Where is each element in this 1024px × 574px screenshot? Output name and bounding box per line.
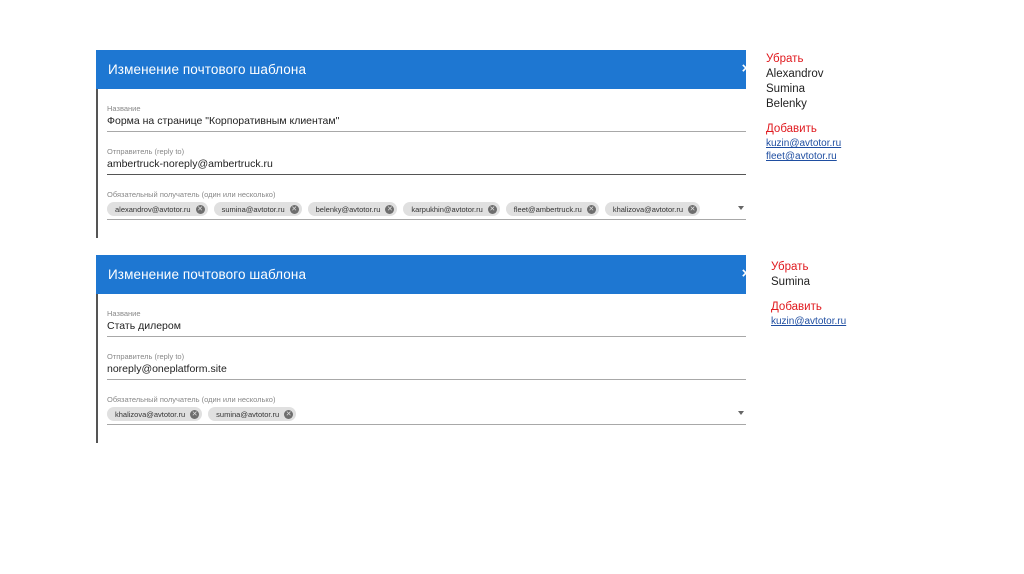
close-icon[interactable]: × [736,264,756,284]
email-template-dialog-2: Изменение почтового шаблона × Название С… [96,255,750,443]
field-underline [107,379,746,380]
name-field-label: Название [107,104,141,113]
dialog-title: Изменение почтового шаблона [108,62,307,77]
recipients-field[interactable]: Обязательный получатель (один или нескол… [107,190,746,220]
add-email-link[interactable]: kuzin@avtotor.ru [771,315,846,328]
chip-remove-icon[interactable]: ✕ [195,204,205,214]
field-underline [107,219,746,220]
sender-field-label: Отправитель (reply to) [107,147,185,156]
dialog-header: Изменение почтового шаблона × [96,50,750,89]
recipients-field[interactable]: Обязательный получатель (один или нескол… [107,395,746,425]
field-underline [107,131,746,132]
recipient-chip[interactable]: fleet@ambertruck.ru ✕ [505,202,599,216]
add-email-link[interactable]: kuzin@avtotor.ru [766,137,841,150]
recipient-chip[interactable]: khalizova@avtotor.ru ✕ [107,407,203,421]
remove-item: Sumina [771,276,810,288]
sender-field[interactable]: Отправитель (reply to) noreply@oneplatfo… [107,352,746,380]
remove-heading: Убрать [771,261,809,273]
field-underline [107,336,746,337]
sender-field-label: Отправитель (reply to) [107,352,185,361]
change-note-2: Убрать Sumina Добавить kuzin@avtotor.ru [771,260,846,328]
name-field-value[interactable]: Форма на странице "Корпоративным клиента… [107,114,746,128]
sender-field-value[interactable]: noreply@oneplatform.site [107,362,746,376]
dialog-title: Изменение почтового шаблона [108,267,307,282]
name-field-value[interactable]: Стать дилером [107,319,746,333]
recipients-chip-list: alexandrov@avtotor.ru ✕ sumina@avtotor.ru… [107,202,746,216]
chip-remove-icon[interactable]: ✕ [385,204,395,214]
chip-remove-icon[interactable]: ✕ [487,204,497,214]
recipient-chip[interactable]: sumina@avtotor.ru ✕ [213,202,302,216]
name-field-label: Название [107,309,141,318]
recipients-chip-list: khalizova@avtotor.ru ✕ sumina@avtotor.ru ✕ [107,407,746,421]
chevron-down-icon[interactable] [738,411,744,415]
close-icon[interactable]: × [736,59,756,79]
name-field[interactable]: Название Форма на странице "Корпоративны… [107,104,746,132]
recipients-field-label: Обязательный получатель (один или нескол… [107,190,276,199]
name-field[interactable]: Название Стать дилером [107,309,746,337]
chip-remove-icon[interactable]: ✕ [190,409,200,419]
field-underline [107,424,746,425]
recipient-chip[interactable]: sumina@avtotor.ru ✕ [208,407,297,421]
email-template-dialog-1: Изменение почтового шаблона × Название Ф… [96,50,750,238]
chip-remove-icon[interactable]: ✕ [586,204,596,214]
sender-field-value[interactable]: ambertruck-noreply@ambertruck.ru [107,157,746,171]
chip-remove-icon[interactable]: ✕ [289,204,299,214]
chip-remove-icon[interactable]: ✕ [688,204,697,214]
remove-heading: Убрать [766,53,804,65]
recipients-field-label: Обязательный получатель (один или нескол… [107,395,276,404]
sender-field[interactable]: Отправитель (reply to) ambertruck-norepl… [107,147,746,175]
remove-item: Alexandrov [766,68,824,80]
recipient-chip[interactable]: karpukhin@avtotor.ru ✕ [403,202,500,216]
add-heading: Добавить [771,301,822,313]
remove-item: Sumina [766,83,805,95]
chevron-down-icon[interactable] [738,206,744,210]
field-underline [107,174,746,175]
chip-remove-icon[interactable]: ✕ [284,409,294,419]
add-email-link[interactable]: fleet@avtotor.ru [766,150,841,163]
dialog-header: Изменение почтового шаблона × [96,255,750,294]
recipient-chip[interactable]: alexandrov@avtotor.ru ✕ [107,202,208,216]
change-note-1: Убрать Alexandrov Sumina Belenky Добавит… [766,52,841,163]
remove-item: Belenky [766,98,807,110]
recipient-chip[interactable]: khalizova@avtotor.ru ✕ [604,202,700,216]
recipient-chip[interactable]: belenky@avtotor.ru ✕ [307,202,398,216]
add-heading: Добавить [766,123,817,135]
